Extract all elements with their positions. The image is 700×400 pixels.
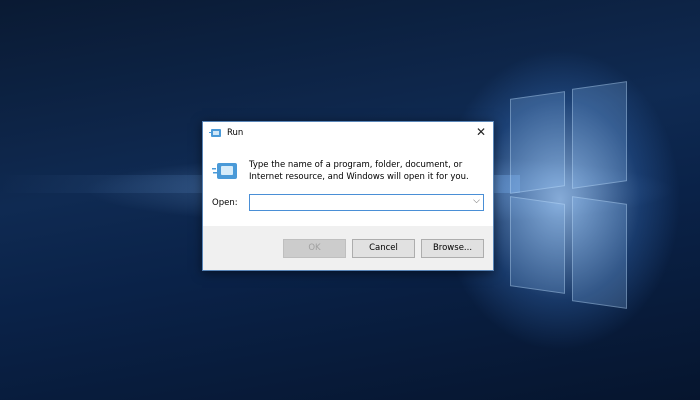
chevron-down-icon[interactable]: ⌵	[473, 196, 480, 206]
dialog-message: Type the name of a program, folder, docu…	[249, 160, 469, 182]
open-input[interactable]	[250, 195, 465, 210]
cancel-button[interactable]: Cancel	[352, 239, 415, 258]
run-program-icon	[212, 163, 237, 179]
open-label: Open:	[212, 198, 238, 208]
close-icon: ✕	[475, 125, 487, 139]
title-bar[interactable]: Run	[203, 122, 493, 143]
run-icon	[209, 128, 221, 137]
close-button[interactable]: ✕	[474, 125, 488, 139]
wallpaper-window-pane	[572, 196, 627, 309]
ok-button[interactable]: OK	[283, 239, 346, 258]
wallpaper-window-pane	[510, 196, 565, 294]
run-dialog: Run ✕ Type the name of a program, folder…	[202, 121, 494, 271]
dialog-title: Run	[227, 127, 244, 138]
wallpaper-window-pane	[572, 81, 627, 189]
wallpaper-window-pane	[510, 91, 565, 194]
button-bar: OK Cancel Browse...	[203, 226, 493, 270]
open-combobox[interactable]: ⌵	[249, 194, 484, 211]
browse-button[interactable]: Browse...	[421, 239, 484, 258]
